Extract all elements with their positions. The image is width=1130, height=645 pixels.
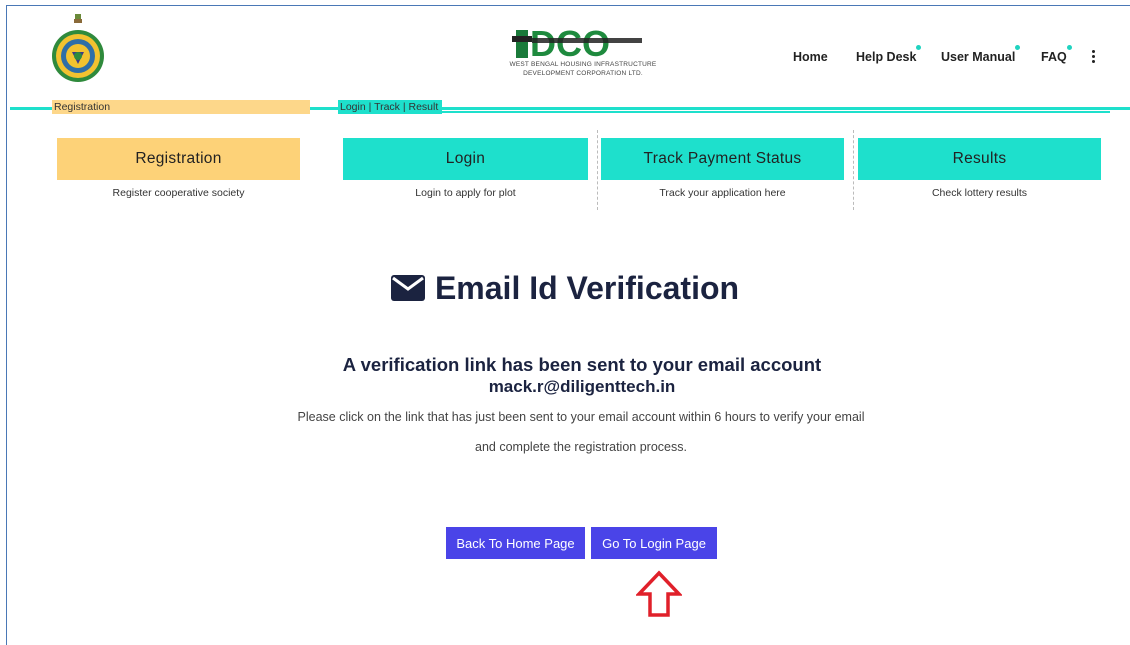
track-payment-card-subtitle: Track your application here — [659, 187, 786, 199]
page-title-text: Email Id Verification — [434, 270, 740, 306]
registration-card-button[interactable]: Registration — [57, 138, 300, 180]
login-track-result-tag: Login | Track | Result — [338, 100, 442, 114]
login-card-subtitle: Login to apply for plot — [415, 187, 516, 199]
more-menu-icon[interactable] — [1092, 50, 1096, 65]
card-separator — [597, 130, 598, 210]
state-emblem-logo — [50, 14, 106, 86]
faq-indicator-dot — [1066, 45, 1072, 50]
instruction-line-1: Please click on the link that has just b… — [297, 410, 865, 424]
login-card-button[interactable]: Login — [343, 138, 588, 180]
verification-message: A verification link has been sent to you… — [342, 354, 822, 375]
back-to-home-button[interactable]: Back To Home Page — [446, 527, 585, 559]
nav-user-manual[interactable]: User Manual — [941, 45, 1021, 64]
email-address: mack.r@diligenttech.in — [488, 377, 676, 396]
card-separator — [853, 130, 854, 210]
idco-logo-subtext: WEST BENGAL HOUSING INFRASTRUCTURE DEVEL… — [509, 61, 657, 77]
idco-logo: DCO — [508, 22, 658, 92]
nav-home[interactable]: Home — [793, 50, 828, 64]
results-card-button[interactable]: Results — [858, 138, 1101, 180]
track-payment-card-button[interactable]: Track Payment Status — [601, 138, 844, 180]
go-to-login-button[interactable]: Go To Login Page — [591, 527, 717, 559]
nav-faq[interactable]: FAQ — [1041, 45, 1072, 64]
results-card-subtitle: Check lottery results — [931, 187, 1028, 199]
envelope-icon — [390, 274, 425, 301]
page-title: Email Id Verification — [0, 270, 1130, 307]
header-divider-secondary — [430, 111, 1110, 113]
registration-card-subtitle: Register cooperative society — [112, 187, 245, 199]
instruction-line-2: and complete the registration process. — [475, 440, 687, 454]
nav-help-desk[interactable]: Help Desk — [856, 45, 922, 64]
up-arrow-annotation-icon — [634, 570, 684, 623]
registration-tag: Registration — [52, 100, 310, 114]
